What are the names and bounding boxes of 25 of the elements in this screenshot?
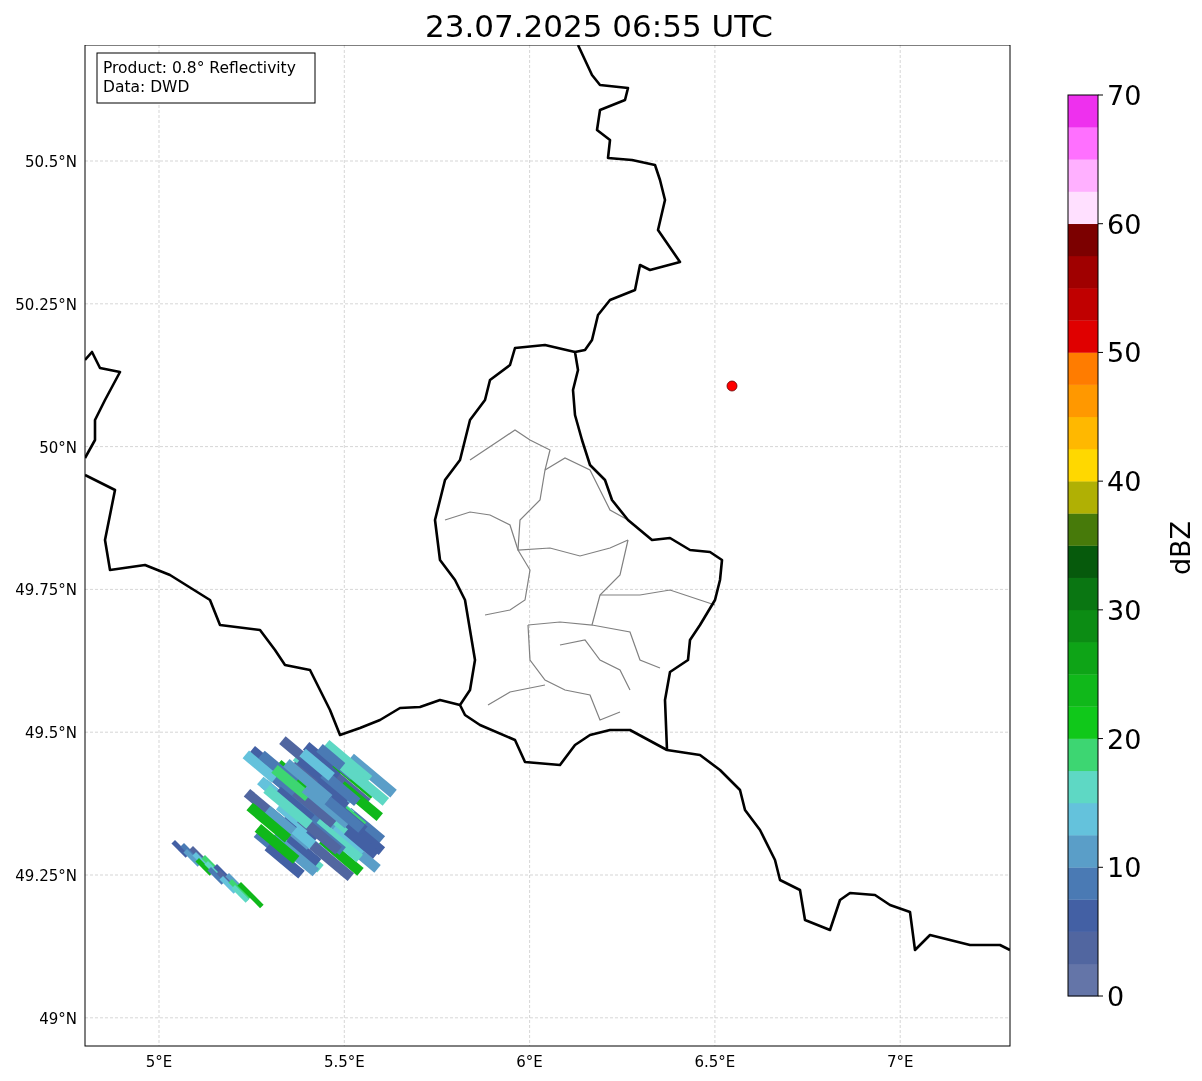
colorbar-label: dBZ <box>1165 520 1196 576</box>
longitude-tick-label: 6°E <box>516 1053 543 1071</box>
latitude-tick-label: 49.75°N <box>15 581 77 600</box>
latitude-tick-label: 49.25°N <box>15 867 77 885</box>
longitude-tick-label: 5.5°E <box>323 1053 365 1071</box>
latitude-tick-label: 49°N <box>39 1009 77 1028</box>
colorbar-tick-label: 40 <box>1107 466 1142 498</box>
colorbar-tick-label: 20 <box>1107 723 1142 755</box>
legend-text: Product: 0.8° Reflectivity <box>103 59 296 77</box>
chart-title: 23.07.2025 06:55 UTC <box>425 7 773 45</box>
colorbar-tick-label: 50 <box>1107 337 1142 369</box>
latitude-tick-label: 50.5°N <box>24 153 77 171</box>
longitude-tick-label: 6.5°E <box>694 1053 736 1071</box>
longitude-tick-label: 7°E <box>886 1053 914 1071</box>
legend-text: Data: DWD <box>103 78 190 96</box>
latitude-tick-label: 50°N <box>39 438 77 457</box>
latitude-tick-label: 49.5°N <box>24 724 77 743</box>
colorbar-tick-label: 70 <box>1107 80 1142 111</box>
colorbar-tick-label: 30 <box>1107 594 1142 626</box>
longitude-tick-label: 5°E <box>145 1053 173 1071</box>
colorbar-tick-label: 0 <box>1107 981 1125 1012</box>
colorbar-tick-label: 10 <box>1107 852 1142 884</box>
radar-site-marker <box>726 380 738 392</box>
latitude-tick-label: 50.25°N <box>15 295 77 314</box>
colorbar-tick-label: 60 <box>1107 208 1142 240</box>
